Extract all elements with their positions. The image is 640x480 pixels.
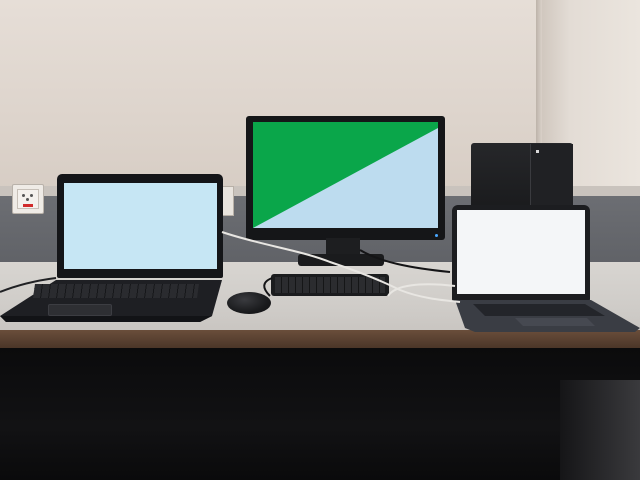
pc-power-light xyxy=(536,150,539,153)
wall-outlet xyxy=(12,184,44,214)
left-laptop-touchpad xyxy=(48,304,112,316)
under-desk-shadow xyxy=(0,348,640,480)
outlet-hole xyxy=(30,194,33,197)
keyboard-keys xyxy=(275,277,385,293)
mouse xyxy=(227,292,271,314)
right-laptop-base xyxy=(455,298,640,334)
keyboard xyxy=(271,274,389,296)
outlet-hole xyxy=(22,194,25,197)
monitor-stand-base xyxy=(298,254,384,266)
left-laptop-screen xyxy=(64,183,217,269)
outlet-plate xyxy=(17,189,39,209)
monitor-screen-image xyxy=(253,122,438,228)
right-laptop-screen xyxy=(457,210,585,294)
left-laptop-front-edge xyxy=(0,316,212,322)
wall-switch xyxy=(222,186,234,216)
outlet-indicator xyxy=(23,204,33,207)
monitor-screen xyxy=(253,122,438,228)
monitor-power-light xyxy=(435,234,438,237)
right-laptop-touchpad xyxy=(515,318,595,326)
right-laptop-base-shape xyxy=(455,300,640,332)
pc-tower-front xyxy=(530,144,573,208)
outlet-hole xyxy=(26,198,29,201)
photo-scene xyxy=(0,0,640,480)
floor xyxy=(560,380,640,480)
right-laptop-keyboard xyxy=(473,304,605,316)
left-laptop-keyboard xyxy=(33,284,199,298)
